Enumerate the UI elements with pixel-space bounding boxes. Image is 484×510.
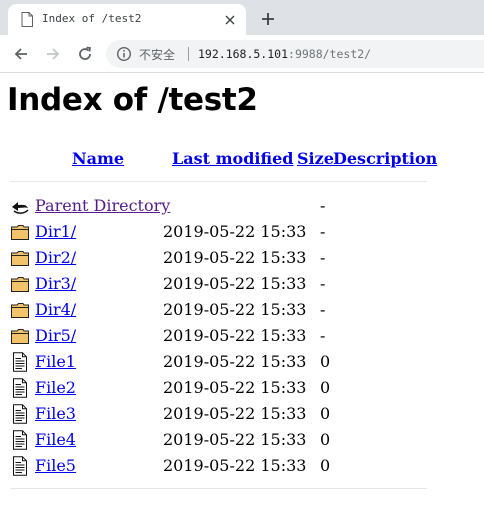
entry-link[interactable]: Dir5/ bbox=[35, 326, 76, 345]
last-modified-cell: 2019-05-22 15:33 bbox=[163, 248, 307, 267]
arrow-left-icon bbox=[14, 48, 27, 60]
address-bar[interactable]: 不安全 192.168.5.101:9988/test2/ bbox=[106, 40, 484, 68]
table-row: Dir2/2019-05-22 15:33- bbox=[0, 244, 484, 270]
table-row: Dir1/2019-05-22 15:33- bbox=[0, 218, 484, 244]
size-cell: - bbox=[320, 248, 326, 267]
tab-close-button[interactable] bbox=[220, 10, 240, 30]
column-header-name[interactable]: Name bbox=[72, 149, 124, 168]
close-icon bbox=[225, 15, 235, 25]
entry-link[interactable]: Dir3/ bbox=[35, 274, 76, 293]
size-cell: 0 bbox=[320, 352, 331, 371]
table-row: Parent Directory - bbox=[0, 192, 484, 218]
reload-button[interactable] bbox=[73, 42, 97, 66]
column-header-size[interactable]: Size bbox=[297, 149, 334, 168]
last-modified-cell: 2019-05-22 15:33 bbox=[163, 222, 307, 241]
last-modified-cell: 2019-05-22 15:33 bbox=[163, 404, 307, 423]
entry-link[interactable]: File1 bbox=[35, 352, 76, 371]
entry-link[interactable]: Dir2/ bbox=[35, 248, 76, 267]
entry-link[interactable]: File4 bbox=[35, 430, 76, 449]
table-row: File1 2019-05-22 15:33 0 bbox=[0, 348, 484, 374]
last-modified-cell: 2019-05-22 15:33 bbox=[163, 274, 307, 293]
column-header-description[interactable]: Description bbox=[333, 149, 437, 168]
new-tab-button[interactable] bbox=[256, 7, 280, 31]
security-label[interactable]: 不安全 bbox=[139, 46, 175, 63]
omnibox-divider bbox=[188, 47, 189, 61]
column-header-last-modified[interactable]: Last modified bbox=[172, 149, 293, 168]
page-title: Index of /test2 bbox=[7, 82, 258, 118]
table-row: File2 2019-05-22 15:33 0 bbox=[0, 374, 484, 400]
arrow-right-icon bbox=[47, 48, 60, 60]
entry-link[interactable]: File3 bbox=[35, 404, 76, 423]
entry-link[interactable]: File2 bbox=[35, 378, 76, 397]
table-row: Dir4/2019-05-22 15:33- bbox=[0, 296, 484, 322]
url-host: 192.168.5.101 bbox=[198, 47, 289, 61]
size-cell: - bbox=[320, 222, 326, 241]
footer-divider bbox=[10, 488, 427, 489]
last-modified-cell: 2019-05-22 15:33 bbox=[163, 430, 307, 449]
folder-icon bbox=[10, 248, 30, 268]
last-modified-cell: 2019-05-22 15:33 bbox=[163, 456, 307, 475]
tab-active[interactable]: Index of /test2 bbox=[8, 4, 246, 35]
text-file-icon bbox=[10, 378, 30, 398]
text-file-icon bbox=[10, 430, 30, 450]
table-row: File3 2019-05-22 15:33 0 bbox=[0, 400, 484, 426]
info-icon[interactable] bbox=[116, 46, 132, 62]
last-modified-cell: 2019-05-22 15:33 bbox=[163, 352, 307, 371]
url-text[interactable]: 192.168.5.101:9988/test2/ bbox=[198, 47, 371, 61]
last-modified-cell: 2019-05-22 15:33 bbox=[163, 326, 307, 345]
table-row: Dir3/2019-05-22 15:33- bbox=[0, 270, 484, 296]
folder-icon bbox=[10, 326, 30, 346]
back-button[interactable] bbox=[9, 42, 33, 66]
size-cell: 0 bbox=[320, 430, 331, 449]
back-icon bbox=[10, 196, 30, 216]
text-file-icon bbox=[10, 404, 30, 424]
size-cell: 0 bbox=[320, 456, 331, 475]
tab-title: Index of /test2 bbox=[42, 12, 142, 25]
size-cell: - bbox=[320, 300, 326, 319]
folder-icon bbox=[10, 300, 30, 320]
tab-strip: Index of /test2 bbox=[0, 0, 484, 35]
table-row: Dir5/2019-05-22 15:33- bbox=[0, 322, 484, 348]
toolbar: 不安全 192.168.5.101:9988/test2/ bbox=[0, 35, 484, 73]
last-modified-cell: 2019-05-22 15:33 bbox=[163, 300, 307, 319]
page-icon bbox=[21, 12, 33, 27]
size-cell: 0 bbox=[320, 404, 331, 423]
last-modified-cell: 2019-05-22 15:33 bbox=[163, 378, 307, 397]
folder-icon bbox=[10, 222, 30, 242]
size-cell: - bbox=[320, 274, 326, 293]
size-cell: - bbox=[320, 326, 326, 345]
entry-link[interactable]: Dir1/ bbox=[35, 222, 76, 241]
reload-icon bbox=[79, 46, 92, 60]
url-path: :9988/test2/ bbox=[288, 47, 372, 61]
folder-icon bbox=[10, 274, 30, 294]
plus-icon bbox=[262, 13, 274, 25]
text-file-icon bbox=[10, 352, 30, 372]
forward-button[interactable] bbox=[41, 42, 65, 66]
header-divider bbox=[10, 181, 427, 182]
table-row: File4 2019-05-22 15:33 0 bbox=[0, 426, 484, 452]
text-file-icon bbox=[10, 456, 30, 476]
parent-directory-link[interactable]: Parent Directory bbox=[35, 196, 170, 215]
entry-link[interactable]: Dir4/ bbox=[35, 300, 76, 319]
size-cell: 0 bbox=[320, 378, 331, 397]
entry-link[interactable]: File5 bbox=[35, 456, 76, 475]
table-row: File5 2019-05-22 15:33 0 bbox=[0, 452, 484, 478]
size-cell: - bbox=[320, 196, 326, 215]
